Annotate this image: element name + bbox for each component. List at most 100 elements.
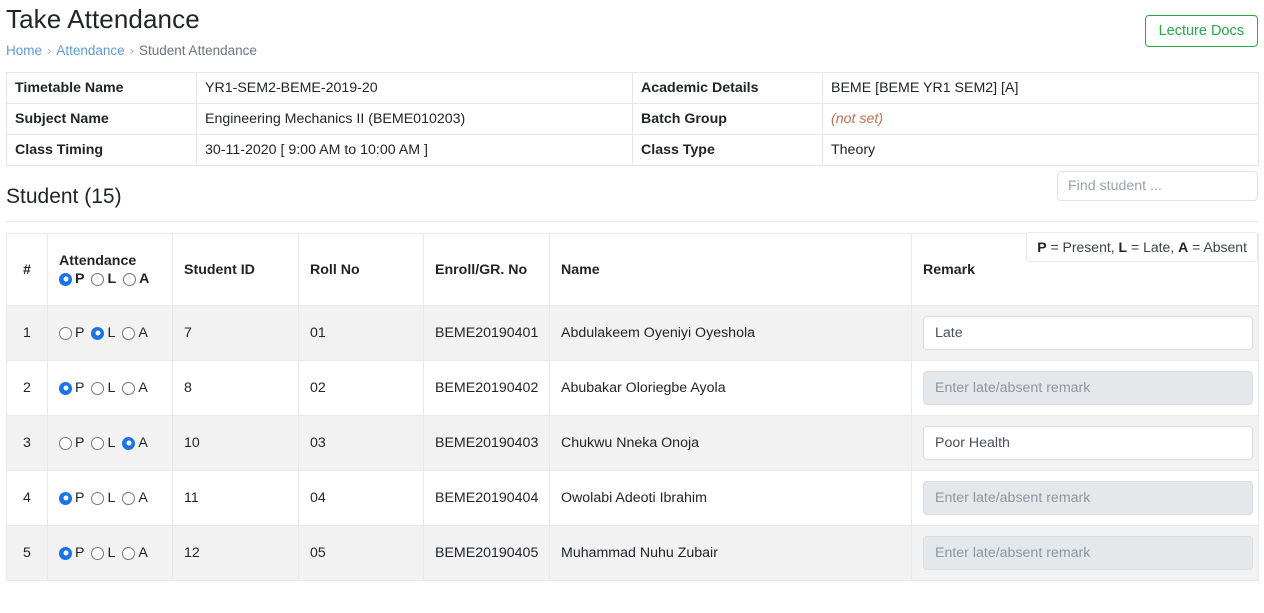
lecture-docs-button[interactable]: Lecture Docs xyxy=(1144,15,1258,47)
master-radio-absent[interactable]: A xyxy=(123,272,149,286)
radio-absent-icon[interactable] xyxy=(122,381,136,395)
radio-absent-icon[interactable] xyxy=(122,546,136,560)
cell-student-id: 11 xyxy=(172,470,299,526)
radio-present-icon[interactable] xyxy=(59,326,72,340)
table-body: 1 P L A 7 01 BEME20190401 Abdulakeem Oyeniyi Oy… xyxy=(6,305,1259,581)
timetable-name-value: YR1-SEM2-BEME-2019-20 xyxy=(196,72,633,104)
cell-name: Abubakar Oloriegbe Ayola xyxy=(549,360,912,416)
radio-late-label: L xyxy=(107,545,116,561)
radio-late-icon[interactable] xyxy=(91,326,105,340)
timetable-name-label: Timetable Name xyxy=(6,72,197,104)
table-row: 5 P L A 12 05 BEME20190405 Muhammad Nuhu Zubair xyxy=(6,525,1259,581)
remark-input xyxy=(923,371,1253,405)
attendance-radio-group[interactable]: PLA xyxy=(59,436,161,450)
master-radio-absent-label: A xyxy=(139,271,150,287)
attendance-radio-group[interactable]: P LA xyxy=(59,491,161,505)
section-divider xyxy=(6,221,1258,222)
cell-row-number: 4 xyxy=(6,470,48,526)
class-timing-label: Class Timing xyxy=(6,134,197,166)
radio-present-label: P xyxy=(75,435,85,451)
page-title: Take Attendance xyxy=(6,4,200,34)
radio-option-late[interactable]: L xyxy=(91,436,115,450)
radio-absent-label: A xyxy=(138,380,148,396)
legend-text-absent: = Absent xyxy=(1188,239,1247,255)
radio-option-absent[interactable]: A xyxy=(122,326,148,340)
attendance-radio-group[interactable]: PLA xyxy=(59,326,161,340)
radio-late-label: L xyxy=(107,435,116,451)
master-attendance-radio-group[interactable]: P L A xyxy=(59,272,161,286)
subject-name-value: Engineering Mechanics II (BEME010203) xyxy=(196,103,633,135)
radio-late-icon[interactable] xyxy=(91,272,105,286)
radio-late-label: L xyxy=(107,380,116,396)
batch-group-label: Batch Group xyxy=(632,103,823,135)
radio-late-label: L xyxy=(107,490,116,506)
radio-option-late[interactable]: L xyxy=(91,326,115,340)
academic-details-label: Academic Details xyxy=(632,72,823,104)
radio-present-icon[interactable] xyxy=(59,546,72,560)
radio-late-icon[interactable] xyxy=(91,381,105,395)
radio-absent-icon[interactable] xyxy=(122,436,136,450)
cell-enroll-no: BEME20190405 xyxy=(423,525,550,581)
radio-late-icon[interactable] xyxy=(91,546,105,560)
academic-details-value: BEME [BEME YR1 SEM2] [A] xyxy=(822,72,1259,104)
cell-name: Chukwu Nneka Onoja xyxy=(549,415,912,471)
take-attendance-page: Take Attendance Home › Attendance › Student … xyxy=(0,0,1264,613)
radio-present-icon[interactable] xyxy=(59,491,72,505)
radio-option-absent[interactable]: A xyxy=(122,546,148,560)
radio-absent-icon[interactable] xyxy=(122,491,136,505)
radio-present-icon[interactable] xyxy=(59,381,72,395)
table-row: 4 P L A 11 04 BEME20190404 Owolabi Adeoti Ibrah… xyxy=(6,470,1259,526)
table-row: 2 P L A 8 02 BEME20190402 Abubakar Oloriegbe Ay… xyxy=(6,360,1259,416)
radio-present-icon[interactable] xyxy=(59,272,72,286)
legend-key-absent: A xyxy=(1178,239,1189,255)
breadcrumb-separator: › xyxy=(47,43,52,58)
breadcrumb-link-home[interactable]: Home xyxy=(6,43,42,58)
radio-present-icon[interactable] xyxy=(59,436,72,450)
remark-input[interactable] xyxy=(923,316,1253,350)
cell-row-number: 5 xyxy=(6,525,48,581)
radio-option-present[interactable]: P xyxy=(59,381,84,395)
attendance-legend: P = Present, L = Late, A = Absent xyxy=(1026,232,1258,262)
column-header-student-id: Student ID xyxy=(172,233,299,306)
remark-input[interactable] xyxy=(923,426,1253,460)
master-radio-present[interactable]: P xyxy=(59,272,84,286)
radio-option-absent[interactable]: A xyxy=(122,380,148,396)
radio-late-icon[interactable] xyxy=(91,436,105,450)
cell-attendance: PLA xyxy=(47,305,173,361)
cell-row-number: 3 xyxy=(6,415,48,471)
radio-absent-icon[interactable] xyxy=(123,272,137,286)
radio-option-present[interactable]: P xyxy=(59,436,84,450)
radio-absent-icon[interactable] xyxy=(122,326,136,340)
cell-remark xyxy=(911,415,1259,471)
cell-enroll-no: BEME20190402 xyxy=(423,360,550,416)
student-section-header: Student (15) xyxy=(6,171,1258,222)
column-header-name: Name xyxy=(549,233,912,306)
attendance-radio-group[interactable]: PLA xyxy=(59,381,161,395)
student-attendance-table: # Attendance P L A Student ID Roll No En… xyxy=(6,233,1259,581)
column-header-roll-no: Roll No xyxy=(298,233,424,306)
radio-option-present[interactable]: P xyxy=(59,326,84,340)
cell-roll-no: 03 xyxy=(298,415,424,471)
attendance-radio-group[interactable]: P LA xyxy=(59,546,161,560)
master-radio-late[interactable]: L xyxy=(91,272,116,286)
radio-late-icon[interactable] xyxy=(91,491,105,505)
radio-present-label: P xyxy=(75,380,85,396)
table-row: 1 P L A 7 01 BEME20190401 Abdulakeem Oyeniyi Oy… xyxy=(6,305,1259,361)
radio-option-absent[interactable]: A xyxy=(122,491,148,505)
radio-option-late[interactable]: L xyxy=(91,381,115,395)
radio-option-present[interactable]: P xyxy=(59,491,84,505)
radio-option-absent[interactable]: A xyxy=(122,435,148,451)
radio-option-late[interactable]: L xyxy=(91,546,115,560)
radio-option-late[interactable]: L xyxy=(91,491,115,505)
breadcrumb-link-attendance[interactable]: Attendance xyxy=(56,43,124,58)
batch-group-value-cell: (not set) xyxy=(822,103,1259,135)
radio-present-label: P xyxy=(75,325,85,341)
cell-roll-no: 01 xyxy=(298,305,424,361)
radio-option-present[interactable]: P xyxy=(59,546,84,560)
cell-row-number: 1 xyxy=(6,305,48,361)
radio-absent-label: A xyxy=(138,435,148,451)
find-student-input[interactable] xyxy=(1057,171,1258,201)
cell-name: Abdulakeem Oyeniyi Oyeshola xyxy=(549,305,912,361)
column-header-enroll-no: Enroll/GR. No xyxy=(423,233,550,306)
cell-student-id: 8 xyxy=(172,360,299,416)
